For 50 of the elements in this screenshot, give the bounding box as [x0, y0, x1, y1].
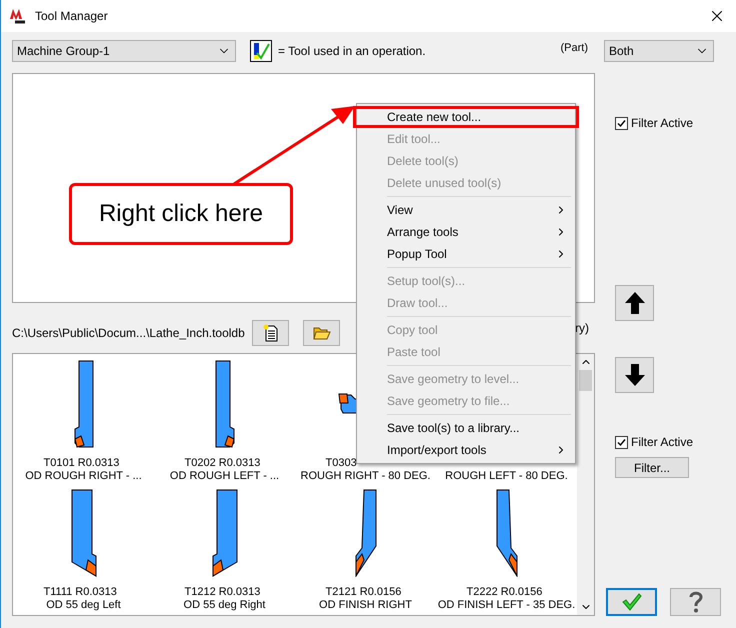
folder-icon — [312, 326, 330, 340]
down-arrow-icon — [624, 364, 644, 386]
menu-item[interactable]: Popup Tool — [357, 243, 575, 265]
new-library-button[interactable] — [252, 320, 289, 346]
checkbox[interactable] — [615, 116, 628, 130]
up-arrow-icon — [624, 292, 644, 314]
library-label: ry) — [575, 320, 589, 337]
open-library-button[interactable] — [303, 320, 340, 346]
tool-number: T0202 R0.0313 — [184, 457, 260, 469]
tool-description: OD ROUGH LEFT - ... — [170, 469, 280, 483]
tool-description: ROUGH LEFT - 80 DEG. — [445, 469, 568, 483]
tool-description: OD 55 deg Left — [46, 598, 121, 612]
scroll-thumb[interactable] — [579, 370, 592, 391]
machine-group-dropdown[interactable]: Machine Group-1 — [12, 40, 236, 62]
tool-number: T0303 — [326, 457, 357, 469]
menu-item[interactable]: Arrange tools — [357, 221, 575, 243]
ok-button[interactable] — [606, 588, 657, 616]
help-button[interactable] — [670, 588, 721, 616]
tool-number: T1111 R0.0313 — [44, 586, 117, 598]
checkmark-icon — [622, 593, 642, 611]
tool-number: T0101 R0.0313 — [44, 457, 120, 469]
tool-description: ROUGH RIGHT - 80 DEG. — [300, 469, 430, 483]
filter-button[interactable]: Filter... — [615, 457, 689, 478]
tool-used-legend-icon — [250, 40, 272, 62]
tool-description: OD FINISH RIGHT — [319, 598, 412, 612]
move-up-button[interactable] — [615, 285, 654, 321]
part-label: (Part) — [560, 40, 588, 56]
checkbox[interactable] — [615, 436, 628, 448]
checkbox-label: Filter Active — [631, 115, 694, 132]
scrollbar[interactable] — [577, 354, 594, 615]
window-title: Tool Manager — [35, 8, 108, 25]
tool-description: OD ROUGH RIGHT - ... — [25, 469, 142, 483]
library-path: C:\Users\Public\Docum...\Lathe_Inch.tooldb — [12, 325, 246, 342]
legend-text: = Tool used in an operation. — [278, 43, 426, 60]
menu-item[interactable]: Import/export tools — [357, 439, 575, 461]
part-filter-dropdown[interactable]: Both — [604, 40, 714, 62]
tool-number: T1212 R0.0313 — [184, 586, 260, 598]
help-icon — [688, 591, 704, 613]
menu-item[interactable]: View — [357, 199, 575, 221]
menu-item[interactable]: Create new tool... — [353, 106, 579, 128]
tool-description: OD FINISH LEFT - 35 DEG. — [438, 598, 576, 612]
app-logo-icon — [9, 7, 27, 25]
callout-text: Right click here — [98, 199, 264, 229]
menu-item[interactable]: Save tool(s) to a library... — [357, 417, 575, 439]
move-down-button[interactable] — [615, 357, 654, 393]
tool-number: T2121 R0.0156 — [326, 586, 402, 598]
tool-description: OD 55 deg Right — [184, 598, 266, 612]
tool-number: T2222 R0.0156 — [466, 586, 542, 598]
new-document-icon — [262, 324, 278, 342]
checkbox-label: Filter Active — [631, 434, 694, 451]
